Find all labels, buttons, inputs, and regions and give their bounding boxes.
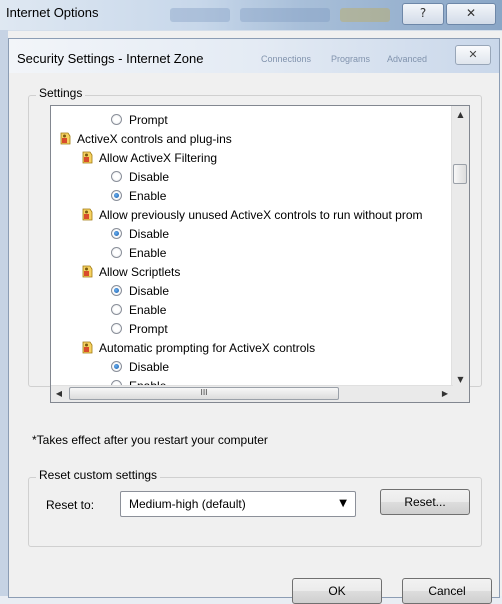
- setting-icon: [81, 208, 93, 221]
- radio-option-prompt[interactable]: Prompt: [111, 111, 168, 129]
- settings-category: ActiveX controls and plug-ins: [59, 130, 232, 148]
- settings-item: Allow previously unused ActiveX controls…: [81, 206, 423, 224]
- radio-checked-icon[interactable]: [111, 285, 122, 297]
- ghost-tab-connections: Connections: [261, 54, 312, 64]
- radio-unchecked-icon[interactable]: [111, 247, 122, 259]
- radio-option-disable[interactable]: Disable: [111, 358, 169, 376]
- ghost-tab-programs: Programs: [331, 54, 371, 64]
- cancel-button[interactable]: Cancel: [402, 578, 492, 604]
- settings-item: Automatic prompting for ActiveX controls: [81, 339, 315, 357]
- radio-option-enable[interactable]: Enable: [111, 244, 166, 262]
- setting-label: ActiveX controls and plug-ins: [77, 132, 232, 146]
- horizontal-scroll-thumb[interactable]: III: [69, 387, 339, 400]
- reset-level-dropdown[interactable]: Medium-high (default) ▼: [120, 491, 356, 517]
- radio-unchecked-icon[interactable]: [111, 304, 122, 316]
- radio-option-disable[interactable]: Disable: [111, 225, 169, 243]
- setting-label: Prompt: [129, 113, 168, 127]
- setting-label: Allow Scriptlets: [99, 265, 181, 279]
- dialog-title: Security Settings - Internet Zone: [17, 51, 204, 66]
- scrollbar-corner: [452, 386, 469, 402]
- radio-option-enable[interactable]: Enable: [111, 187, 166, 205]
- radio-option-prompt[interactable]: Prompt: [111, 320, 168, 338]
- parent-window-title: Internet Options: [6, 5, 99, 20]
- radio-unchecked-icon[interactable]: [111, 323, 122, 335]
- horizontal-scrollbar[interactable]: ◀ III ▶: [51, 385, 453, 402]
- scroll-right-arrow-icon[interactable]: ▶: [437, 386, 453, 402]
- ok-button[interactable]: OK: [292, 578, 382, 604]
- vertical-scroll-thumb[interactable]: [453, 164, 467, 184]
- blurred-toolbar-area: [340, 8, 390, 22]
- reset-button[interactable]: Reset...: [380, 489, 470, 515]
- radio-checked-icon[interactable]: [111, 228, 122, 240]
- setting-label: Disable: [129, 284, 170, 298]
- settings-list: Prompt ActiveX controls and plug-ins Allow…: [51, 106, 453, 388]
- reset-to-label: Reset to:: [46, 498, 95, 512]
- setting-label: Prompt: [129, 322, 168, 336]
- setting-label: Enable: [129, 303, 167, 317]
- radio-unchecked-icon[interactable]: [111, 114, 122, 126]
- dialog-titlebar: Security Settings - Internet Zone Connec…: [9, 39, 499, 73]
- setting-icon: [81, 341, 93, 354]
- radio-unchecked-icon[interactable]: [111, 171, 122, 183]
- reset-group-label: Reset custom settings: [36, 468, 161, 482]
- dialog-close-button[interactable]: ✕: [455, 45, 491, 65]
- ghost-tab-advanced: Advanced: [387, 54, 428, 64]
- radio-option-disable[interactable]: Disable: [111, 282, 169, 300]
- setting-label: Enable: [129, 246, 167, 260]
- setting-label: Disable: [129, 227, 170, 241]
- radio-option-enable[interactable]: Enable: [111, 301, 166, 319]
- help-button[interactable]: ?: [402, 3, 444, 25]
- setting-icon: [59, 132, 71, 145]
- settings-tree[interactable]: Prompt ActiveX controls and plug-ins Allow…: [50, 105, 470, 403]
- parent-close-button[interactable]: ✕: [446, 3, 496, 25]
- vertical-scrollbar[interactable]: ▲ ▼: [451, 106, 469, 388]
- setting-label: Allow previously unused ActiveX controls…: [99, 208, 423, 222]
- blurred-toolbar-area: [240, 8, 330, 22]
- restart-note: *Takes effect after you restart your com…: [32, 433, 268, 447]
- setting-label: Disable: [129, 170, 170, 184]
- blurred-toolbar-area: [170, 8, 230, 22]
- scroll-left-arrow-icon[interactable]: ◀: [51, 386, 67, 402]
- setting-label: Enable: [129, 189, 167, 203]
- reset-level-value: Medium-high (default): [129, 497, 246, 511]
- settings-group-label: Settings: [36, 86, 86, 100]
- setting-label: Automatic prompting for ActiveX controls: [99, 341, 316, 355]
- settings-item: Allow Scriptlets: [81, 263, 180, 281]
- radio-checked-icon[interactable]: [111, 190, 122, 202]
- dropdown-arrow-icon: ▼: [339, 498, 347, 509]
- setting-icon: [81, 151, 93, 164]
- parent-window-frame: [0, 30, 8, 596]
- setting-label: Disable: [129, 360, 170, 374]
- setting-icon: [81, 265, 93, 278]
- setting-label: Allow ActiveX Filtering: [99, 151, 218, 165]
- settings-item: Allow ActiveX Filtering: [81, 149, 217, 167]
- parent-titlebar: Internet Options ? ✕: [0, 0, 502, 30]
- radio-checked-icon[interactable]: [111, 361, 122, 373]
- radio-option-disable[interactable]: Disable: [111, 168, 169, 186]
- scroll-up-arrow-icon[interactable]: ▲: [452, 106, 469, 123]
